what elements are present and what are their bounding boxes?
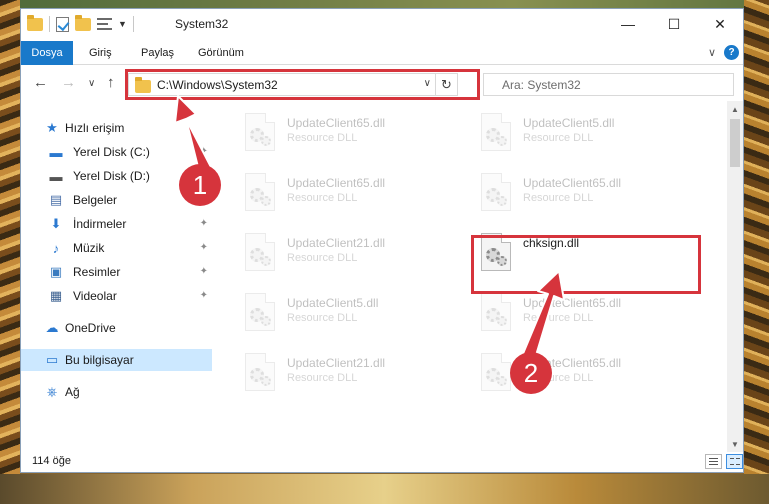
arrow-to-address-bar (174, 95, 213, 176)
step-1-badge: 1 (179, 164, 221, 206)
step-2-badge: 2 (510, 352, 552, 394)
annotation-arrows (174, 95, 565, 363)
arrow-to-file (521, 270, 565, 363)
